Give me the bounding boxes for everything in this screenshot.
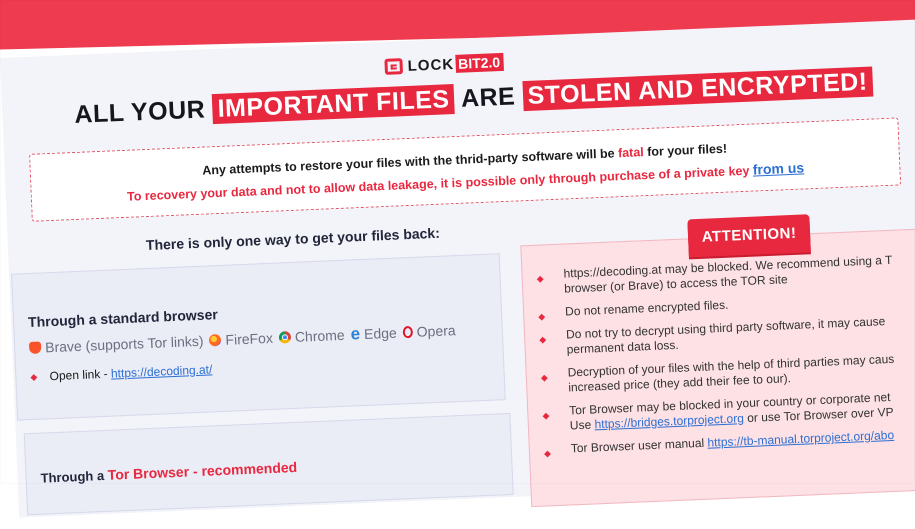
tor-title-recommended: Tor Browser - recommended	[107, 458, 298, 483]
diamond-bullet-icon: ◆	[543, 448, 552, 459]
standard-browser-panel: Through a standard browser Brave (suppor…	[11, 253, 506, 421]
edge-icon: e	[350, 324, 361, 344]
diamond-bullet-icon: ◆	[539, 334, 547, 345]
page-headline: ALL YOUR IMPORTANT FILES ARE STOLEN AND …	[73, 66, 874, 129]
attention-badge: ATTENTION!	[687, 214, 811, 258]
ransom-page: LOCK BIT2.0 ALL YOUR IMPORTANT FILES ARE…	[0, 17, 915, 518]
browser-firefox: FireFox	[209, 330, 273, 349]
headline-part1: ALL YOUR	[73, 95, 206, 129]
notice-fatal-word: fatal	[617, 145, 645, 161]
chrome-icon	[278, 331, 292, 344]
diamond-bullet-icon: ◆	[30, 371, 38, 383]
diamond-bullet-icon: ◆	[540, 372, 548, 383]
brave-icon	[28, 341, 42, 355]
browser-brave: Brave (supports Tor links)	[28, 332, 204, 356]
standard-browser-title: Through a standard browser	[27, 306, 219, 331]
diamond-bullet-icon: ◆	[542, 410, 550, 421]
tor-manual-link[interactable]: https://tb-manual.torproject.org/abo	[707, 428, 894, 450]
logo-badge: BIT2.0	[454, 52, 504, 73]
browser-opera-label: Opera	[416, 322, 456, 340]
browser-brave-label: Brave (supports Tor links)	[44, 332, 204, 356]
opera-icon	[402, 325, 413, 339]
headline-part2: ARE	[460, 82, 516, 113]
tor-title-prefix: Through a	[40, 468, 105, 486]
browser-chrome-label: Chrome	[294, 326, 345, 345]
lock-icon	[384, 58, 404, 75]
firefox-icon	[209, 333, 222, 347]
browser-edge: e Edge	[350, 324, 398, 344]
browser-chrome: Chrome	[278, 326, 345, 346]
decoding-site-link[interactable]: https://decoding.at/	[111, 362, 213, 380]
attention-list: ◆ https://decoding.at may be blocked. We…	[534, 250, 915, 465]
open-link-row: ◆ Open link - https://decoding.at/	[30, 362, 212, 384]
headline-highlight-important-files: IMPORTANT FILES	[212, 84, 456, 125]
notice-line1-end: for your files!	[646, 141, 728, 159]
attention-item-5-use: Use	[569, 417, 592, 433]
headline-highlight-stolen: STOLEN AND ENCRYPTED!	[522, 66, 874, 112]
lockbit-logo: LOCK BIT2.0	[384, 51, 504, 78]
warning-notice-box: Any attempts to restore your files with …	[29, 117, 902, 222]
browser-edge-label: Edge	[363, 324, 398, 342]
browser-firefox-label: FireFox	[225, 329, 274, 348]
tor-manual-label: Tor Browser user manual	[570, 435, 705, 456]
open-link-label: Open link -	[49, 366, 108, 384]
diamond-bullet-icon: ◆	[538, 311, 546, 322]
instructions-title: There is only one way to get your files …	[145, 224, 441, 254]
from-us-link[interactable]: from us	[752, 159, 804, 177]
browser-opera: Opera	[402, 322, 456, 340]
tor-browser-title: Through a Tor Browser - recommended	[40, 459, 297, 486]
diamond-bullet-icon: ◆	[536, 273, 544, 284]
tor-browser-panel: Through a Tor Browser - recommended	[23, 412, 514, 516]
logo-prefix: LOCK	[407, 55, 455, 75]
